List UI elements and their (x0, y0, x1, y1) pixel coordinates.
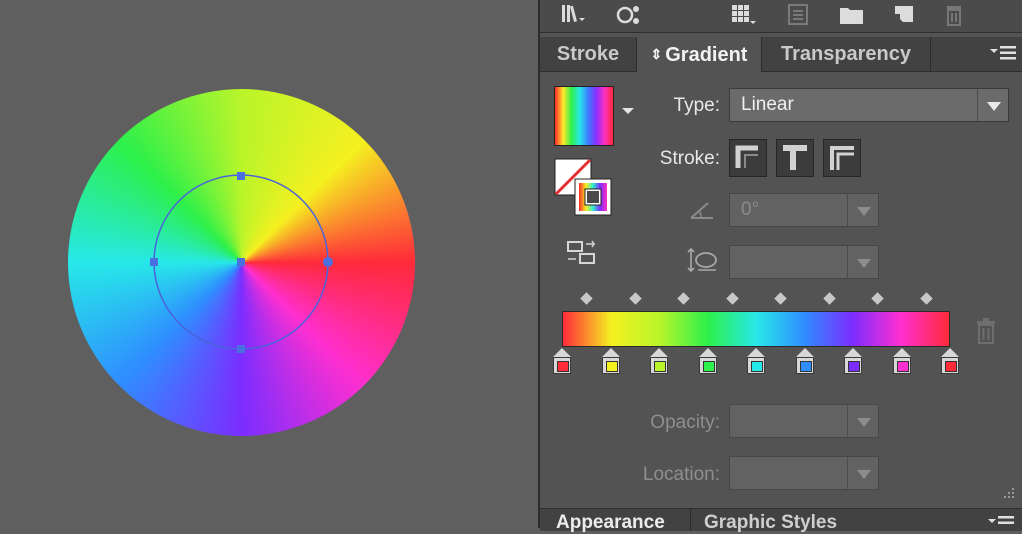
annotator-handle-bottom (237, 345, 245, 353)
resize-grip-icon[interactable] (1000, 484, 1016, 500)
gradient-swatch[interactable] (554, 86, 614, 146)
chevron-down-icon (857, 470, 871, 479)
opacity-field[interactable] (729, 404, 879, 438)
type-select-button[interactable] (977, 89, 1008, 121)
artboard-canvas[interactable] (0, 0, 538, 528)
library-icon[interactable] (558, 2, 588, 28)
chevron-down-icon (987, 102, 1001, 111)
panel-toolbar (540, 0, 1022, 33)
list-view-icon[interactable] (784, 2, 814, 28)
type-select[interactable]: Linear (729, 88, 1009, 122)
angle-icon (688, 198, 716, 222)
gradient-stop[interactable] (746, 348, 766, 376)
annotator-handle-top (237, 172, 245, 180)
chevron-down-icon (857, 418, 871, 427)
annotator-end-handle (323, 257, 333, 267)
artboard-link-icon[interactable] (614, 2, 644, 28)
panel-tabbar: Stroke ⇕ Gradient Transparency (540, 37, 1022, 72)
reverse-gradient-icon[interactable] (566, 238, 600, 268)
gradient-stop[interactable] (601, 348, 621, 376)
gradient-slider[interactable] (562, 311, 950, 347)
angle-dropdown-button[interactable] (847, 194, 878, 226)
tab-transparency-label: Transparency (780, 43, 912, 65)
gradient-stop[interactable] (649, 348, 669, 376)
tab-stroke[interactable]: Stroke (540, 37, 637, 71)
gradient-stop[interactable] (843, 348, 863, 376)
aspect-ratio-icon (686, 246, 720, 274)
delete-stop-icon[interactable] (974, 318, 998, 344)
tab-appearance[interactable]: Appearance (556, 512, 665, 534)
stroke-within-button[interactable] (729, 139, 767, 177)
fill-stroke-indicator[interactable] (554, 158, 614, 218)
type-select-value: Linear (741, 94, 794, 115)
angle-value: 0° (741, 199, 760, 220)
location-label: Location: (642, 464, 720, 485)
gradient-annotator[interactable] (0, 0, 538, 528)
tab-gradient[interactable]: ⇕ Gradient (637, 37, 762, 72)
opacity-dropdown-button[interactable] (847, 405, 878, 437)
gradient-midpoint[interactable] (772, 290, 789, 307)
gradient-midpoint[interactable] (675, 290, 692, 307)
gradient-midpoint[interactable] (578, 290, 595, 307)
gradient-stop[interactable] (795, 348, 815, 376)
gradient-midpoint[interactable] (724, 290, 741, 307)
gradient-midpoint[interactable] (869, 290, 886, 307)
type-label: Type: (673, 95, 720, 116)
tab-stroke-label: Stroke (556, 43, 620, 65)
gradient-midpoint[interactable] (627, 290, 644, 307)
gradient-panel: Stroke ⇕ Gradient Transparency Type: Lin… (538, 0, 1022, 533)
aspect-ratio-field[interactable] (729, 245, 879, 279)
location-field[interactable] (729, 456, 879, 490)
opacity-label: Opacity: (650, 412, 720, 433)
gradient-midpoint[interactable] (918, 290, 935, 307)
stroke-across-button[interactable] (823, 139, 861, 177)
gradient-stop[interactable] (552, 348, 572, 376)
grid-swatch-icon[interactable] (728, 2, 758, 28)
bottom-panel-menu-icon[interactable] (988, 515, 1016, 534)
chevron-down-icon (857, 259, 871, 268)
folder-icon[interactable] (837, 2, 867, 28)
chevron-down-icon (857, 207, 871, 216)
annotator-handle-left (150, 258, 158, 266)
aspect-dropdown-button[interactable] (847, 246, 878, 278)
panel-menu-icon[interactable] (990, 45, 1018, 66)
tab-graphic-styles[interactable]: Graphic Styles (704, 512, 837, 534)
annotator-origin-handle (237, 258, 245, 266)
gradient-stop[interactable] (940, 348, 960, 376)
tab-gradient-label: Gradient (665, 44, 748, 66)
gradient-stop[interactable] (698, 348, 718, 376)
tab-transparency[interactable]: Transparency (762, 37, 931, 71)
stroke-label: Stroke: (659, 148, 720, 169)
delete-icon[interactable] (940, 2, 970, 28)
swatch-dropdown-arrow-icon[interactable] (622, 108, 634, 114)
gradient-stop[interactable] (892, 348, 912, 376)
new-item-icon[interactable] (890, 2, 920, 28)
stroke-along-button[interactable] (776, 139, 814, 177)
gradient-midpoint[interactable] (821, 290, 838, 307)
tab-collapse-arrows-icon[interactable]: ⇕ (651, 46, 663, 62)
angle-field[interactable]: 0° (729, 193, 879, 227)
location-dropdown-button[interactable] (847, 457, 878, 489)
